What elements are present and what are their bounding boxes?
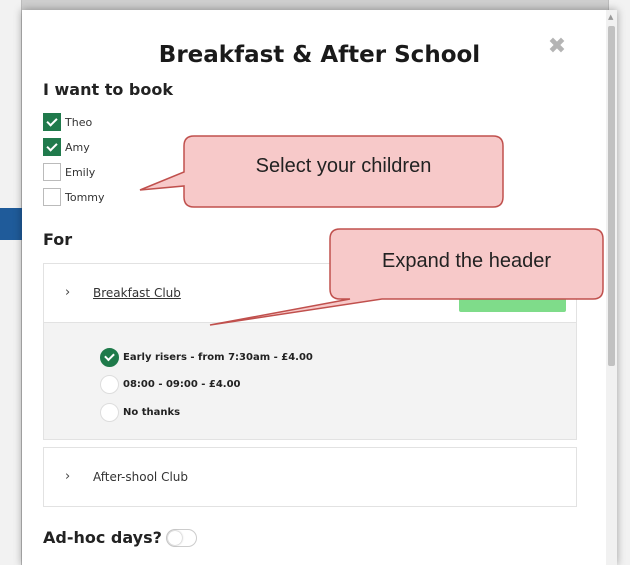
- child-checkbox[interactable]: [43, 138, 61, 156]
- club-options: Early risers - from 7:30am - £4.00 08:00…: [44, 322, 576, 439]
- child-checkbox[interactable]: [43, 163, 61, 181]
- adhoc-row: Ad-hoc days?: [43, 528, 197, 547]
- background-blue-strip: [0, 208, 22, 240]
- child-label: Emily: [65, 165, 96, 179]
- child-checkbox-row[interactable]: Tommy: [43, 188, 105, 206]
- option-label: 08:00 - 09:00 - £4.00: [123, 378, 241, 390]
- toggle-knob: [167, 530, 182, 545]
- child-label: Tommy: [65, 190, 105, 204]
- club-title[interactable]: Breakfast Club: [93, 286, 181, 300]
- status-pill: [459, 290, 566, 312]
- child-checkbox-row[interactable]: Theo: [43, 113, 92, 131]
- child-checkbox[interactable]: [43, 188, 61, 206]
- background-left-column: [0, 0, 22, 565]
- child-checkbox-row[interactable]: Amy: [43, 138, 90, 156]
- adhoc-toggle[interactable]: [165, 528, 197, 547]
- background-topbar: [0, 0, 630, 10]
- modal-title: Breakfast & After School: [158, 42, 481, 68]
- option-label: No thanks: [123, 406, 181, 418]
- option-radio[interactable]: [100, 347, 119, 367]
- club-title[interactable]: After-shool Club: [93, 470, 188, 484]
- child-checkbox-row[interactable]: Emily: [43, 163, 95, 181]
- for-heading: For: [43, 230, 73, 249]
- club-accordion-breakfast: › Breakfast Club Early risers - from 7:3…: [43, 263, 577, 440]
- club-accordion-afterschool: › After-shool Club: [43, 447, 577, 507]
- chevron-right-icon[interactable]: ›: [65, 469, 70, 484]
- option-radio-row[interactable]: Early risers - from 7:30am - £4.00: [100, 347, 313, 367]
- option-radio-row[interactable]: 08:00 - 09:00 - £4.00: [100, 374, 241, 394]
- booking-modal: Breakfast & After School ✖ I want to boo…: [22, 10, 617, 565]
- option-radio-row[interactable]: No thanks: [100, 402, 180, 422]
- club-header-afterschool[interactable]: › After-shool Club: [44, 448, 576, 506]
- child-label: Amy: [65, 140, 90, 154]
- scrollbar-thumb[interactable]: [608, 26, 615, 366]
- club-header-breakfast[interactable]: › Breakfast Club: [44, 264, 576, 322]
- adhoc-label: Ad-hoc days?: [43, 528, 162, 547]
- child-checkbox[interactable]: [43, 113, 61, 131]
- modal-scrollbar[interactable]: ▲: [606, 10, 617, 565]
- chevron-right-icon[interactable]: ›: [65, 285, 70, 300]
- scroll-up-icon[interactable]: ▲: [608, 13, 613, 21]
- option-radio[interactable]: [100, 374, 119, 394]
- close-icon[interactable]: ✖: [546, 36, 568, 58]
- option-radio[interactable]: [100, 402, 119, 422]
- child-label: Theo: [65, 115, 93, 129]
- option-label: Early risers - from 7:30am - £4.00: [123, 351, 313, 363]
- book-heading: I want to book: [43, 80, 173, 99]
